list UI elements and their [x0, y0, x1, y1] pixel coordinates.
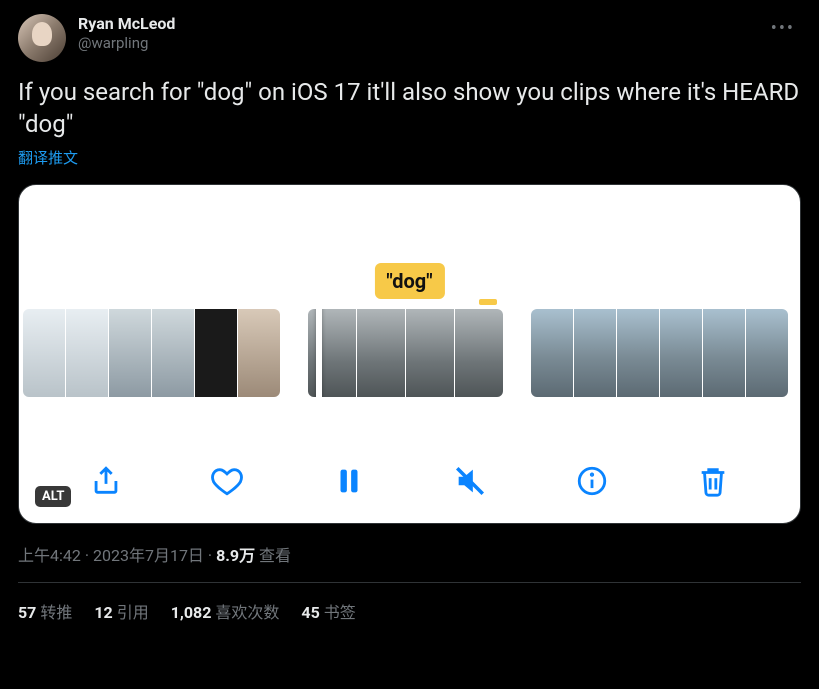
media-card[interactable]: "dog": [18, 184, 801, 524]
thumbnail: [531, 309, 573, 397]
thumbnail: [109, 309, 151, 397]
thumbnail: [746, 309, 788, 397]
thumbnail: [406, 309, 454, 397]
tweet-meta: 上午4:42 · 2023年7月17日 · 8.9万 查看: [18, 542, 801, 566]
tweet-stats: 57转推 12引用 1,082喜欢次数 45书签: [18, 599, 801, 623]
thumbnail: [574, 309, 616, 397]
search-keyword-bubble: "dog": [374, 263, 444, 299]
more-icon[interactable]: •••: [765, 14, 801, 43]
playhead[interactable]: [316, 309, 322, 397]
keyword-marker: [479, 299, 497, 305]
views-label: 查看: [259, 546, 291, 565]
thumbnail: [357, 309, 405, 397]
views-count: 8.9万: [216, 546, 255, 565]
share-icon[interactable]: [86, 461, 126, 501]
meta-date[interactable]: 2023年7月17日: [93, 546, 204, 565]
stat-retweets[interactable]: 57转推: [18, 599, 72, 623]
thumbnail: [238, 309, 280, 397]
avatar[interactable]: [18, 14, 66, 62]
handle: @warpling: [78, 34, 175, 53]
thumbnail: [660, 309, 702, 397]
clip-group[interactable]: [531, 309, 788, 397]
display-name: Ryan McLeod: [78, 14, 175, 34]
thumbnail: [617, 309, 659, 397]
heart-icon[interactable]: [207, 461, 247, 501]
translate-link[interactable]: 翻译推文: [18, 147, 801, 168]
thumbnail: [703, 309, 745, 397]
stat-likes[interactable]: 1,082喜欢次数: [171, 599, 280, 623]
meta-time[interactable]: 上午4:42: [18, 546, 81, 565]
info-icon[interactable]: [572, 461, 612, 501]
trash-icon[interactable]: [693, 461, 733, 501]
clip-group[interactable]: [23, 309, 280, 397]
tweet-header: Ryan McLeod @warpling •••: [18, 14, 801, 62]
thumbnail: [455, 309, 503, 397]
thumbnail: [195, 309, 237, 397]
thumbnail: [152, 309, 194, 397]
stat-bookmarks[interactable]: 45书签: [301, 599, 355, 623]
clip-group-active[interactable]: [308, 309, 503, 397]
thumbnail: [23, 309, 65, 397]
mute-icon[interactable]: [450, 461, 490, 501]
alt-badge[interactable]: ALT: [35, 486, 71, 507]
video-scrubber-strip[interactable]: [19, 309, 800, 397]
tweet-container: Ryan McLeod @warpling ••• If you search …: [0, 0, 819, 623]
divider: [18, 582, 801, 583]
pause-icon[interactable]: [329, 461, 369, 501]
media-toolbar: [19, 461, 800, 501]
tweet-text: If you search for "dog" on iOS 17 it'll …: [18, 76, 801, 141]
author-block[interactable]: Ryan McLeod @warpling: [78, 14, 175, 53]
thumbnail: [66, 309, 108, 397]
stat-quotes[interactable]: 12引用: [94, 599, 148, 623]
